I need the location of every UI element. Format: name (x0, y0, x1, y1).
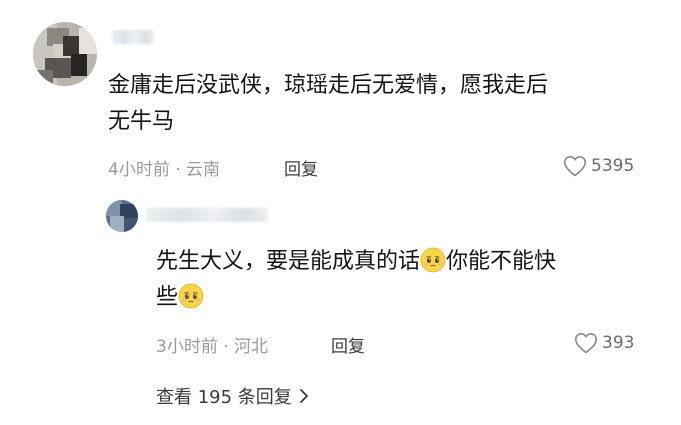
meta-separator: · (175, 160, 181, 180)
reply-like-button[interactable]: 393 (574, 332, 634, 354)
heart-outline-icon (563, 155, 587, 177)
comment-time: 4小时前 (108, 160, 170, 180)
comment-body: 金庸走后没武侠，琼瑶走后无爱情，愿我走后 无牛马 (108, 68, 548, 140)
reply-text-line: 先生大义，要是能成真的话 你能不能快 (156, 244, 556, 280)
reply-text-segment: 你能不能快 (446, 249, 557, 274)
replier-name-blurred[interactable] (146, 208, 268, 222)
comment-text-line: 金庸走后没武侠，琼瑶走后无爱情，愿我走后 (108, 73, 549, 98)
reply-like-count: 393 (602, 333, 635, 353)
view-replies-link[interactable]: 查看 195 条回复 (156, 383, 310, 409)
reply-text-segment: 些 (156, 285, 179, 310)
reply-meta: 3小时前 · 河北 (156, 332, 268, 357)
meta-separator: · (223, 337, 229, 357)
pleading-face-emoji-icon (178, 283, 204, 309)
replier-avatar[interactable] (106, 200, 138, 232)
reply-location: 河北 (234, 337, 269, 357)
comment-like-button[interactable]: 5395 (563, 155, 634, 177)
pleading-face-emoji-icon (420, 247, 446, 273)
view-replies-label: 查看 195 条回复 (156, 387, 292, 408)
reply-time: 3小时前 (156, 337, 218, 357)
commenter-avatar[interactable] (33, 22, 97, 86)
comment-text-line: 无牛马 (108, 109, 175, 134)
comment-like-count: 5395 (591, 156, 635, 176)
reply-reply-button[interactable]: 回复 (331, 332, 365, 357)
comment-reply-button[interactable]: 回复 (284, 155, 318, 180)
commenter-name-blurred[interactable] (112, 30, 154, 44)
reply-body: 先生大义，要是能成真的话 你能不能快 些 (156, 244, 556, 316)
comment-location: 云南 (186, 160, 221, 180)
comment-meta: 4小时前 · 云南 (108, 155, 220, 180)
heart-outline-icon (574, 332, 598, 354)
chevron-right-icon (299, 389, 308, 403)
reply-text-line: 些 (156, 280, 556, 316)
reply-text-segment: 先生大义，要是能成真的话 (156, 249, 421, 274)
